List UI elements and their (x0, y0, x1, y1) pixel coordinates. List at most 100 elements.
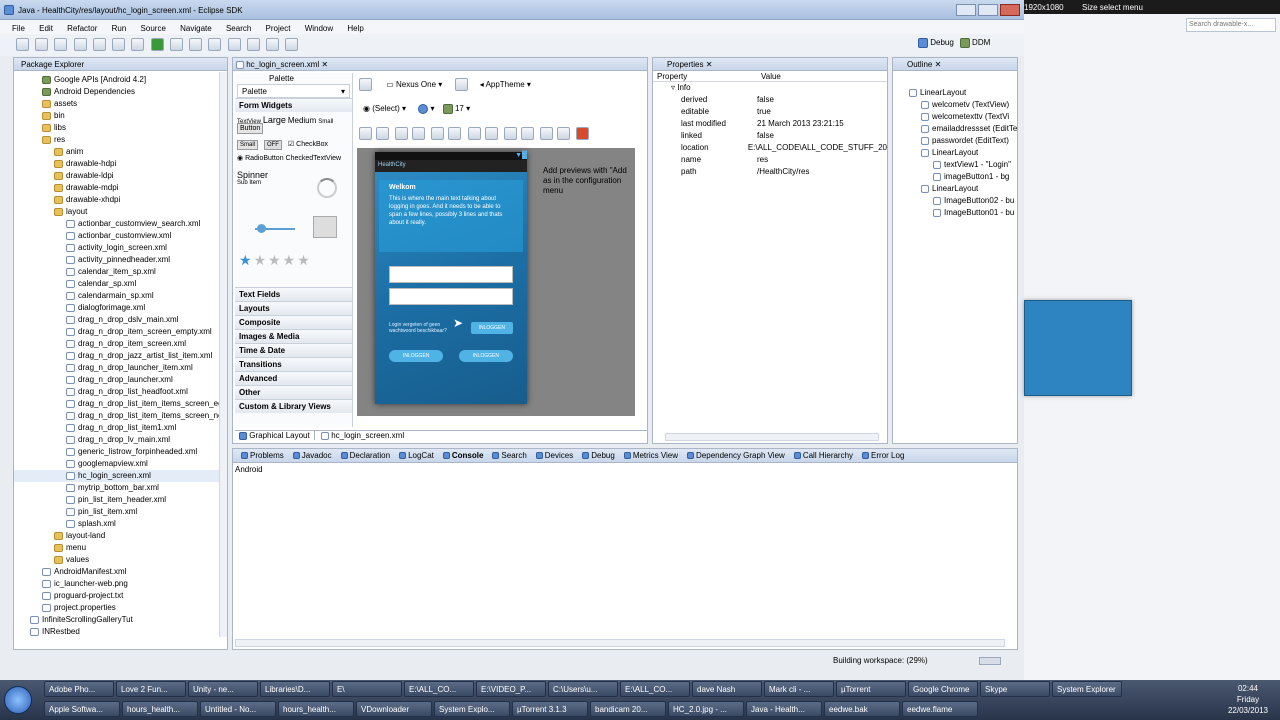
taskbar-button[interactable]: bandicam 20... (590, 701, 666, 717)
tree-item[interactable]: actionbar_customview_search.xml (14, 218, 227, 230)
margins-icon[interactable] (395, 127, 409, 140)
back-icon[interactable] (266, 38, 280, 51)
seekbar-thumb-icon[interactable] (257, 224, 266, 233)
taskbar-button[interactable]: C:\Users\u... (548, 681, 618, 697)
android-sdk-icon[interactable] (73, 38, 87, 51)
outline-item[interactable]: LinearLayout (893, 183, 1017, 195)
tree-item[interactable]: activity_login_screen.xml (14, 242, 227, 254)
tree-item[interactable]: drawable-ldpi (14, 170, 227, 182)
tree-item[interactable]: activity_pinnedheader.xml (14, 254, 227, 266)
console-tab[interactable]: Call Hierarchy (793, 451, 853, 460)
taskbar-button[interactable]: Apple Softwa... (44, 701, 120, 717)
console-tab[interactable]: Debug (582, 451, 615, 460)
tab-graphical-layout[interactable]: Graphical Layout (235, 431, 315, 440)
tree-item[interactable]: mytrip_bottom_bar.xml (14, 482, 227, 494)
tree-item[interactable]: drawable-hdpi (14, 158, 227, 170)
outline-item[interactable]: emailaddressset (EditTe (893, 123, 1017, 135)
zoom-out-icon[interactable] (540, 127, 554, 140)
tree-item[interactable]: dialogforimage.xml (14, 302, 227, 314)
image-button-02[interactable]: INLOGGEN (389, 350, 444, 362)
widget-medium[interactable]: Medium (288, 116, 316, 125)
taskbar-button[interactable]: Adobe Pho... (44, 681, 114, 697)
tree-item[interactable]: drag_n_drop_list_headfoot.xml (14, 386, 227, 398)
select-dropdown[interactable]: ◉ (Select) ▾ (363, 104, 406, 113)
taskbar-button[interactable]: E:\ALL_CO... (620, 681, 690, 697)
menu-help[interactable]: Help (347, 24, 363, 33)
tree-item[interactable]: drag_n_drop_dslv_main.xml (14, 314, 227, 326)
menu-edit[interactable]: Edit (39, 24, 53, 33)
menu-source[interactable]: Source (141, 24, 166, 33)
tree-item[interactable]: Google APIs [Android 4.2] (14, 74, 227, 86)
taskbar-button[interactable]: µTorrent 3.1.3 (512, 701, 588, 717)
outline-item[interactable]: ImageButton02 - bu (893, 195, 1017, 207)
widget-spinner[interactable]: Spinner (237, 170, 350, 180)
tree-item[interactable]: drag_n_drop_list_item_items_screen_nc (14, 410, 227, 422)
run-icon[interactable] (150, 38, 164, 51)
palette-category-composite[interactable]: Composite (235, 315, 352, 329)
tree-item[interactable]: Android Dependencies (14, 86, 227, 98)
tree-item[interactable]: INRestbed (14, 626, 227, 638)
tree-item[interactable]: drag_n_drop_jazz_artist_list_item.xml (14, 350, 227, 362)
widget-button[interactable]: Button (237, 123, 264, 134)
size-menu-label[interactable]: Size select menu (1082, 3, 1143, 12)
debug-icon[interactable] (131, 38, 145, 51)
image-placeholder-icon[interactable] (313, 216, 337, 238)
open-type-icon[interactable] (227, 38, 241, 51)
menu-refactor[interactable]: Refactor (67, 24, 97, 33)
taskbar-button[interactable]: Love 2 Fun... (116, 681, 186, 697)
console-tab[interactable]: Devices (535, 451, 573, 460)
perspective-ddms[interactable]: DDM (959, 38, 990, 48)
tree-item[interactable]: drag_n_drop_lv_main.xml (14, 434, 227, 446)
new-package-icon[interactable] (189, 38, 203, 51)
taskbar-button[interactable]: VDownloader (356, 701, 432, 717)
palette-category-images-media[interactable]: Images & Media (235, 329, 352, 343)
explorer-search[interactable]: Search drawable-x... (1186, 18, 1276, 32)
maximize-button[interactable] (978, 4, 998, 16)
palette-category-other[interactable]: Other (235, 385, 352, 399)
tree-item[interactable]: hc_login_screen.xml (14, 470, 227, 482)
outline-item[interactable]: imageButton1 - bg (893, 171, 1017, 183)
rating-bar[interactable]: ★★★★★ (239, 252, 312, 269)
tree-item[interactable]: drawable-mdpi (14, 182, 227, 194)
menu-navigate[interactable]: Navigate (180, 24, 212, 33)
orientation-icon[interactable] (454, 78, 468, 91)
tree-item[interactable]: calendar_sp.xml (14, 278, 227, 290)
tab-outline[interactable]: Outline ✕ (907, 60, 941, 69)
tree-item[interactable]: libs (14, 122, 227, 134)
tree-item[interactable]: drag_n_drop_launcher_item.xml (14, 362, 227, 374)
properties-hscroll[interactable] (665, 433, 879, 441)
tree-item[interactable]: actionbar_customview.xml (14, 230, 227, 242)
gravity-icon[interactable] (412, 127, 426, 140)
widget-toggle[interactable]: OFF (263, 140, 282, 150)
console-tab[interactable]: Javadoc (292, 451, 332, 460)
taskbar-button[interactable]: Java - Health... (746, 701, 822, 717)
avd-icon[interactable] (92, 38, 106, 51)
palette-dropdown[interactable]: Palette ▾ (237, 84, 350, 98)
widget-small-button[interactable]: Small (237, 140, 259, 150)
console-tab[interactable]: Metrics View (623, 451, 678, 460)
progress-circle-icon[interactable] (317, 178, 337, 198)
layout-h-icon[interactable] (359, 127, 372, 140)
new-icon[interactable] (16, 38, 29, 51)
tree-item[interactable]: InfiniteScrollingGalleryTut (14, 614, 227, 626)
package-scrollbar[interactable] (219, 72, 227, 637)
outline-item[interactable]: ImageButton01 - bu (893, 207, 1017, 219)
tree-item[interactable]: ic_launcher-web.png (14, 578, 227, 590)
widget-radio[interactable]: ◉ RadioButton CheckedTextView (237, 154, 350, 162)
outline-item[interactable]: passwordet (EditText) (893, 135, 1017, 147)
menu-search[interactable]: Search (226, 24, 251, 33)
tree-item[interactable]: proguard-project.txt (14, 590, 227, 602)
align-center-icon[interactable] (484, 127, 498, 140)
tab-properties[interactable]: Properties ✕ (667, 60, 712, 69)
tree-item[interactable]: drag_n_drop_list_item_items_screen_ec (14, 398, 227, 410)
console-tab[interactable]: Declaration (340, 451, 390, 460)
console-tab[interactable]: LogCat (399, 451, 434, 460)
widget-large[interactable]: Large (263, 115, 286, 125)
tree-item[interactable]: generic_listrow_forpinheaded.xml (14, 446, 227, 458)
device-select[interactable]: ▭ Nexus One ▾ (386, 80, 442, 89)
property-row[interactable]: linked false (653, 130, 887, 142)
property-row[interactable]: name res (653, 154, 887, 166)
tree-item[interactable]: menu (14, 542, 227, 554)
api-level-select[interactable]: 17 ▾ (455, 104, 470, 113)
print-icon[interactable] (54, 38, 68, 51)
